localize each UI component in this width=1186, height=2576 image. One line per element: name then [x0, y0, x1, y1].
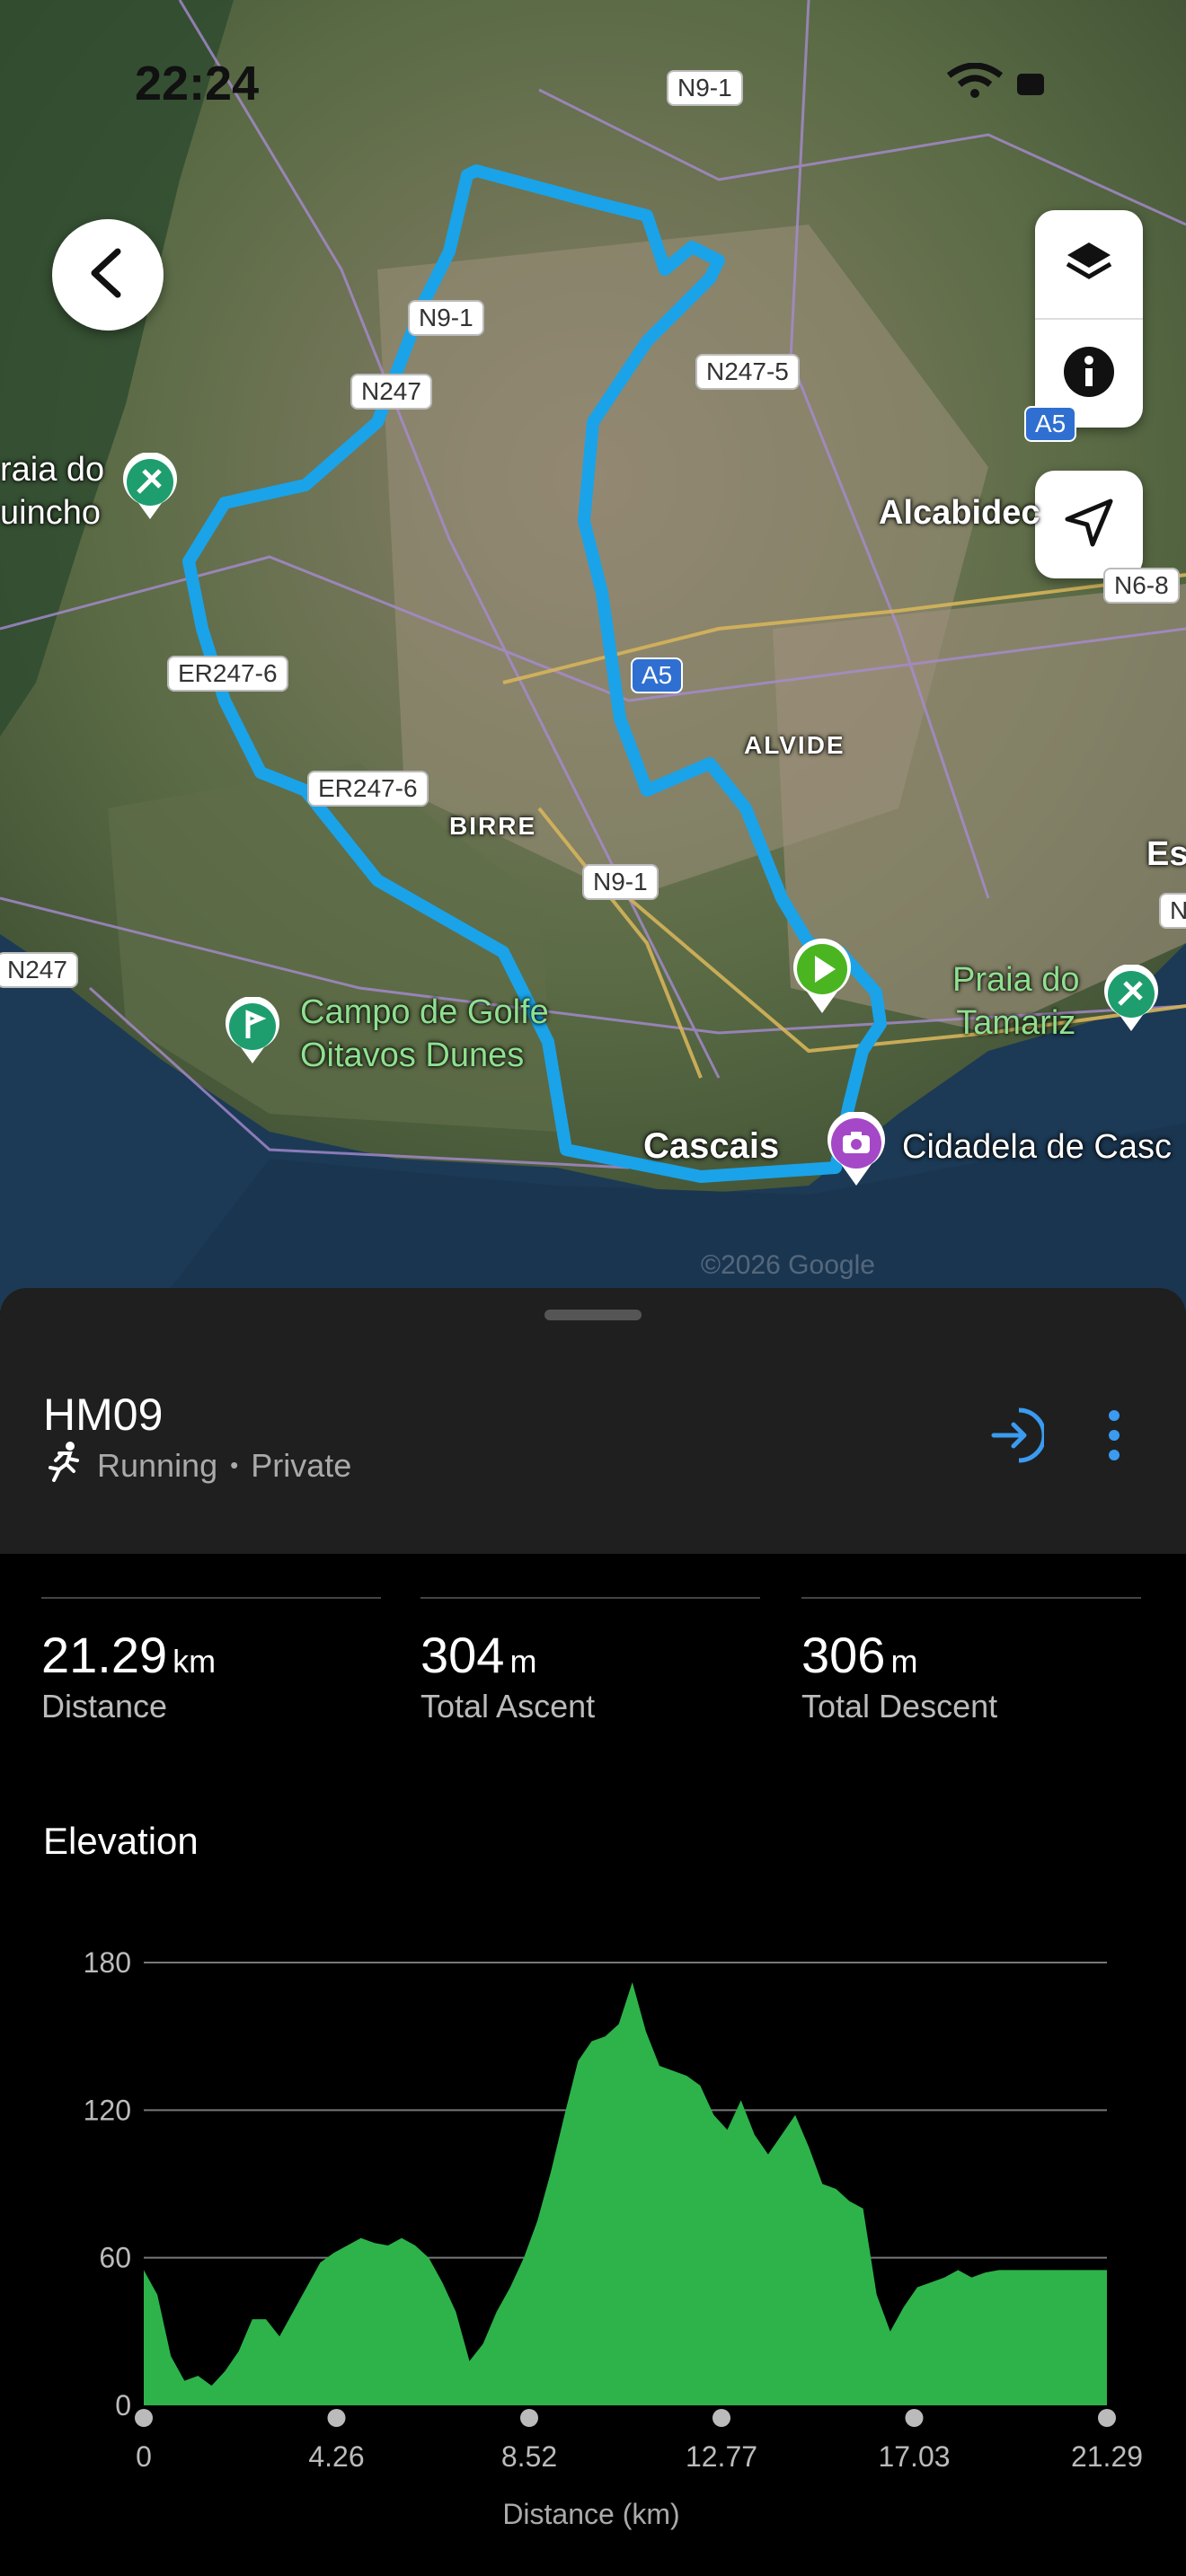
stat-value: 304	[420, 1627, 505, 1683]
photo-marker[interactable]	[825, 1110, 888, 1192]
send-to-device-icon	[990, 1407, 1047, 1468]
map-view[interactable]: ©2026 Google 22:24 N9-1 N9-1 N247 N247-5…	[0, 0, 1186, 1311]
place-label: Alcabidec	[879, 494, 1040, 532]
x-tick-label: 21.29	[1071, 2440, 1143, 2473]
road-label: N247	[0, 952, 78, 988]
y-tick-label: 60	[99, 2242, 131, 2274]
x-tick-dot	[712, 2409, 730, 2427]
stat-descent: 306 m Total Descent	[801, 1597, 1141, 1725]
road-label: N9-1	[582, 864, 659, 900]
elevation-area	[144, 1981, 1107, 2405]
stat-unit: m	[890, 1643, 918, 1680]
road-label: N6-8	[1103, 568, 1180, 604]
activity-sheet[interactable]: HM09 Running • Private	[0, 1288, 1186, 1554]
road-label: A5	[1024, 406, 1077, 442]
status-time: 22:24	[135, 57, 260, 110]
place-label: Es	[1146, 835, 1186, 873]
activity-type: Running	[97, 1446, 218, 1484]
place-label: BIRRE	[449, 812, 537, 840]
x-tick-label: 4.26	[308, 2440, 364, 2473]
y-tick-label: 0	[115, 2389, 131, 2422]
layers-icon	[1064, 237, 1114, 292]
navigation-arrow-icon	[1062, 496, 1116, 554]
x-tick-dot	[520, 2409, 539, 2427]
road-label: N9-1	[408, 300, 484, 336]
stat-label: Total Descent	[801, 1688, 998, 1725]
svg-text:©2026 Google: ©2026 Google	[701, 1250, 875, 1280]
info-icon	[1062, 345, 1116, 403]
y-tick-label: 180	[84, 1946, 131, 1979]
place-label: Cidadela de Casc	[902, 1128, 1172, 1166]
send-to-device-button[interactable]	[990, 1407, 1047, 1469]
stat-distance: 21.29 km Distance	[41, 1597, 381, 1725]
road-label: ER247-6	[307, 771, 429, 807]
stat-label: Distance	[41, 1688, 168, 1725]
x-tick-dot	[135, 2409, 153, 2427]
x-tick-dot	[327, 2409, 346, 2427]
road-label: N	[1159, 893, 1186, 929]
stat-value: 21.29	[41, 1627, 168, 1683]
stat-ascent: 304 m Total Ascent	[420, 1597, 760, 1725]
x-tick-dot	[905, 2409, 924, 2427]
activity-title: HM09	[43, 1389, 164, 1440]
x-tick-label: 0	[136, 2440, 152, 2473]
place-label: ALVIDE	[744, 731, 845, 759]
beach-marker[interactable]	[120, 451, 180, 525]
map-controls	[1035, 210, 1143, 428]
x-tick-label: 8.52	[501, 2440, 557, 2473]
activity-subtitle: Running • Private	[43, 1441, 351, 1490]
back-arrow-icon	[85, 246, 130, 304]
status-icons	[945, 62, 1051, 109]
running-icon	[43, 1441, 84, 1490]
place-label: Praia do Tamariz	[952, 961, 1080, 1042]
layers-button[interactable]	[1035, 210, 1143, 318]
x-axis-label: Distance (km)	[502, 2498, 679, 2530]
stat-unit: km	[173, 1643, 217, 1680]
wifi-icon	[945, 62, 1015, 108]
road-label: ER247-6	[167, 656, 288, 692]
stat-value: 306	[801, 1627, 886, 1683]
road-label: N247	[350, 374, 432, 410]
road-label: N9-1	[667, 70, 743, 106]
x-tick-label: 17.03	[878, 2440, 950, 2473]
place-label: raia do uincho	[0, 451, 105, 532]
x-tick-dot	[1098, 2409, 1116, 2427]
elevation-chart[interactable]: 0 60 120 180 0 4.26 8.52 12.77 17.03 21.29 Distanc…	[0, 1922, 1186, 2551]
x-tick-label: 12.77	[686, 2440, 757, 2473]
road-label: N247-5	[695, 354, 800, 390]
battery-icon	[1015, 64, 1051, 108]
golf-marker[interactable]	[223, 995, 282, 1070]
y-tick-label: 120	[84, 2094, 131, 2126]
activity-privacy: Private	[251, 1446, 352, 1484]
drag-handle[interactable]	[544, 1310, 642, 1320]
stat-label: Total Ascent	[420, 1688, 596, 1725]
road-label: A5	[631, 657, 684, 693]
stat-unit: m	[509, 1643, 537, 1680]
place-label: Cascais	[643, 1126, 780, 1166]
more-options-button[interactable]	[1103, 1408, 1125, 1467]
beach-marker[interactable]	[1102, 963, 1161, 1037]
separator-dot: •	[230, 1451, 239, 1478]
place-label: Campo de Golfe Oitavos Dunes	[300, 993, 549, 1074]
back-button[interactable]	[52, 219, 164, 331]
start-flag-icon	[791, 938, 854, 1019]
camera-icon	[825, 1110, 888, 1191]
start-marker[interactable]	[791, 938, 854, 1019]
my-location-button[interactable]	[1035, 471, 1143, 578]
more-vertical-icon	[1103, 1410, 1125, 1466]
elevation-title: Elevation	[43, 1820, 199, 1862]
